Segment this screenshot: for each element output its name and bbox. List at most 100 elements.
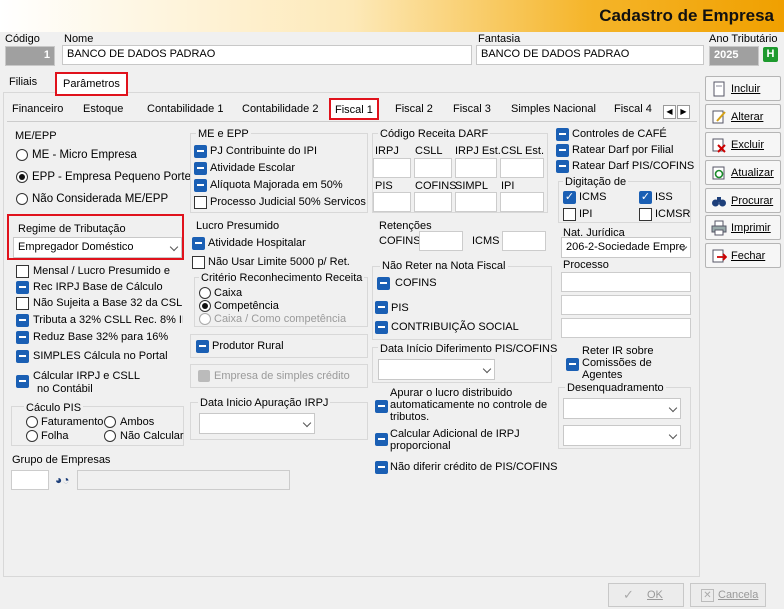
processo-input-1[interactable] [561, 272, 691, 292]
check-calcular-irpj[interactable] [16, 375, 29, 388]
check-apurar-lucro[interactable] [375, 400, 388, 413]
check-reduz-base[interactable] [16, 331, 29, 344]
data-irpj-select[interactable] [199, 413, 315, 434]
darf-cofins-input[interactable] [414, 192, 452, 212]
check-nao-reter-cofins[interactable] [377, 277, 390, 290]
check-ratear-filial[interactable] [556, 144, 569, 157]
tab-parametros[interactable]: Parâmetros [55, 72, 128, 96]
check-nao-sujeita[interactable] [16, 297, 29, 310]
desenquadramento-select-1[interactable] [563, 398, 681, 419]
radio-nao-considerada[interactable] [16, 193, 28, 205]
check-ratear-pis[interactable] [556, 160, 569, 173]
tab-scroll-left-icon[interactable]: ◀ [663, 105, 676, 119]
check-dig-icms[interactable]: ✓ [563, 191, 576, 204]
subtab-contabilidade2[interactable]: Contabilidade 2 [238, 99, 322, 121]
radio-competencia[interactable] [199, 300, 211, 312]
subtab-estoque[interactable]: Estoque [79, 99, 127, 121]
check-nao-diferir[interactable] [375, 461, 388, 474]
binoculars-icon[interactable]: ◕◔ [55, 473, 70, 487]
alterar-button[interactable]: Alterar [705, 104, 781, 129]
imprimir-button[interactable]: Imprimir [705, 215, 781, 240]
subtab-contabilidade1[interactable]: Contabilidade 1 [143, 99, 227, 121]
check-rec-irpj[interactable] [16, 281, 29, 294]
procurar-button[interactable]: Procurar [705, 188, 781, 213]
check-simples-portal[interactable] [16, 350, 29, 363]
subtab-financeiro[interactable]: Financeiro [8, 99, 67, 121]
criterio-title: Critério Reconhecimento Receita [199, 272, 365, 284]
processo-input-2[interactable] [561, 295, 691, 315]
retencoes-cofins-input[interactable] [419, 231, 463, 251]
codigo-field[interactable]: 1 [5, 46, 55, 66]
ano-field[interactable]: 2025 [709, 46, 759, 66]
darf-irpj-est-input[interactable] [455, 158, 497, 178]
radio-nao-calcular[interactable] [104, 430, 116, 442]
check-processo-judicial[interactable] [194, 196, 207, 209]
ano-badge-icon[interactable]: H [763, 47, 778, 62]
check-dig-iss[interactable]: ✓ [639, 191, 652, 204]
tab-scroll-right-icon[interactable]: ▶ [677, 105, 690, 119]
darf-simpl-input[interactable] [455, 192, 497, 212]
check-dig-ipi[interactable] [563, 208, 576, 221]
check-nao-diferir-label: Não diferir crédito de PIS/COFINS [390, 461, 558, 473]
darf-pis-input[interactable] [373, 192, 411, 212]
radio-caixa-competencia[interactable] [199, 313, 211, 325]
diferimento-select[interactable] [378, 359, 495, 380]
regime-select[interactable]: Empregador Doméstico [13, 237, 182, 258]
radio-caixa-label: Caixa [214, 287, 243, 299]
check-atividade-hospitalar-label: Atividade Hospitalar [208, 237, 306, 249]
check-limite[interactable] [192, 256, 205, 269]
chevron-down-icon [302, 418, 312, 428]
check-nao-reter-pis[interactable] [375, 301, 388, 314]
subtab-fiscal1[interactable]: Fiscal 1 [329, 98, 379, 120]
edit-icon [712, 110, 726, 124]
radio-ambos[interactable] [104, 416, 116, 428]
darf-ipi-input[interactable] [500, 192, 544, 212]
nat-juridica-select[interactable]: 206-2-Sociedade Empre [561, 237, 691, 258]
cancel-button[interactable]: ✕ Cancela [690, 583, 766, 607]
ok-button[interactable]: ✓ OK [608, 583, 684, 607]
fantasia-label: Fantasia [478, 33, 521, 45]
check-atividade-escolar[interactable] [194, 162, 207, 175]
subtab-fiscal3[interactable]: Fiscal 3 [449, 99, 495, 121]
radio-epp[interactable] [16, 171, 28, 183]
darf-csll-input[interactable] [414, 158, 452, 178]
radio-folha[interactable] [26, 430, 38, 442]
incluir-button[interactable]: Incluir [705, 76, 781, 101]
check-tributa32[interactable] [16, 314, 29, 327]
check-adicional-irpj[interactable] [375, 433, 388, 446]
check-nao-reter-csll[interactable] [375, 321, 388, 334]
radio-competencia-label: Competência [214, 300, 279, 312]
radio-nao-calcular-label: Não Calcular [120, 430, 184, 442]
grupo-code-input[interactable] [11, 470, 49, 490]
printer-icon [711, 220, 727, 236]
check-dig-icmsr[interactable] [639, 208, 652, 221]
check-empresa-simples[interactable] [198, 370, 210, 382]
radio-caixa[interactable] [199, 287, 211, 299]
atualizar-button[interactable]: Atualizar [705, 160, 781, 185]
retencoes-icms-input[interactable] [502, 231, 546, 251]
check-pj-ipi[interactable] [194, 145, 207, 158]
subtab-fiscal2[interactable]: Fiscal 2 [391, 99, 437, 121]
darf-csl-est-input[interactable] [500, 158, 544, 178]
check-produtor-rural[interactable] [196, 340, 209, 353]
subtab-fiscal4[interactable]: Fiscal 4 [610, 99, 656, 121]
nome-field[interactable]: BANCO DE DADOS PADRAO [62, 45, 472, 65]
fantasia-field[interactable]: BANCO DE DADOS PADRAO [476, 45, 704, 65]
check-controles-cafe[interactable] [556, 128, 569, 141]
processo-input-3[interactable] [561, 318, 691, 338]
check-mensal[interactable] [16, 265, 29, 278]
radio-me[interactable] [16, 149, 28, 161]
check-aliquota[interactable] [194, 179, 207, 192]
darf-irpj-input[interactable] [373, 158, 411, 178]
radio-nao-considerada-label: Não Considerada ME/EPP [32, 193, 169, 205]
check-atividade-hospitalar[interactable] [192, 237, 205, 250]
tab-divider [7, 121, 697, 122]
desenquadramento-select-2[interactable] [563, 425, 681, 446]
excluir-button[interactable]: Excluir [705, 132, 781, 157]
radio-faturamento[interactable] [26, 416, 38, 428]
fechar-button[interactable]: Fechar [705, 243, 781, 268]
check-reter-ir[interactable] [566, 358, 579, 371]
subtab-simples[interactable]: Simples Nacional [507, 99, 600, 121]
tab-filiais[interactable]: Filiais [3, 72, 43, 96]
check-tributa32-label: Tributa a 32% CSLL Rec. 8% IR [33, 314, 183, 326]
